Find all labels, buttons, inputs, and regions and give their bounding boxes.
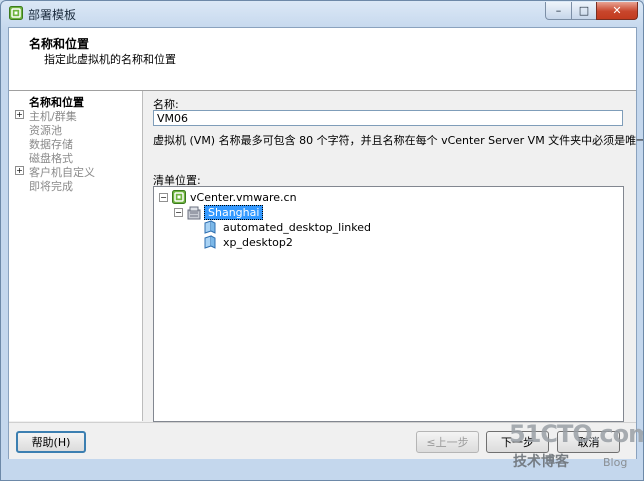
expand-plus-icon[interactable]: + <box>15 110 24 119</box>
wizard-header: 名称和位置 指定此虚拟机的名称和位置 <box>9 28 636 91</box>
close-icon: ✕ <box>612 4 622 17</box>
wizard-button-bar: 帮助(H) ≤上一步 下一步 取消 <box>9 422 636 459</box>
expand-plus-icon[interactable]: + <box>15 166 24 175</box>
collapse-minus-icon[interactable]: − <box>159 192 168 202</box>
tree-node-label-selected: Shanghai <box>204 205 264 220</box>
help-button[interactable]: 帮助(H) <box>16 431 86 453</box>
page-subtitle: 指定此虚拟机的名称和位置 <box>44 53 176 66</box>
folder-icon <box>204 235 216 249</box>
title-bar[interactable]: 部署模板 – □ ✕ <box>1 1 643 27</box>
close-button[interactable]: ✕ <box>596 2 638 20</box>
inventory-tree[interactable]: − vCenter.vmware.cn − Shanghai automated… <box>153 186 624 422</box>
cancel-button[interactable]: 取消 <box>557 431 620 453</box>
tree-node-vcenter[interactable]: − vCenter.vmware.cn <box>159 190 297 204</box>
minimize-icon: – <box>555 4 562 17</box>
tree-node-datacenter[interactable]: − Shanghai <box>174 205 264 220</box>
page-title: 名称和位置 <box>29 37 90 51</box>
back-button[interactable]: ≤上一步 <box>416 431 479 453</box>
wizard-steps-nav: 名称和位置 + 主机/群集 资源池 数据存储 磁盘格式 + 客户机自定义 即将完… <box>9 91 143 421</box>
vsphere-app-icon <box>9 6 23 20</box>
folder-icon <box>204 220 216 234</box>
tree-node-folder[interactable]: automated_desktop_linked <box>203 220 371 234</box>
next-button[interactable]: 下一步 <box>486 431 549 453</box>
step-ready-to-complete: 即将完成 <box>29 180 73 193</box>
maximize-button[interactable]: □ <box>571 2 597 20</box>
deploy-template-window: 部署模板 – □ ✕ 名称和位置 指定此虚拟机的名称和位置 名称和位置 + 主机… <box>0 0 644 481</box>
tree-node-folder[interactable]: xp_desktop2 <box>203 235 293 249</box>
wizard-content: 名称: 虚拟机 (VM) 名称最多可包含 80 个字符，并且名称在每个 vCen… <box>143 91 643 422</box>
tree-node-label: vCenter.vmware.cn <box>190 190 297 204</box>
tree-node-label: xp_desktop2 <box>223 235 293 249</box>
vcenter-icon <box>172 190 186 204</box>
window-title: 部署模板 <box>28 8 77 22</box>
datacenter-icon <box>187 206 201 219</box>
name-hint-text: 虚拟机 (VM) 名称最多可包含 80 个字符，并且名称在每个 vCenter … <box>153 134 644 147</box>
tree-node-label: automated_desktop_linked <box>223 220 371 234</box>
vm-name-input[interactable] <box>153 110 623 126</box>
minimize-button[interactable]: – <box>545 2 572 20</box>
collapse-minus-icon[interactable]: − <box>174 208 183 217</box>
wizard-client-area: 名称和位置 指定此虚拟机的名称和位置 名称和位置 + 主机/群集 资源池 数据存… <box>8 27 643 459</box>
maximize-icon: □ <box>578 4 590 17</box>
